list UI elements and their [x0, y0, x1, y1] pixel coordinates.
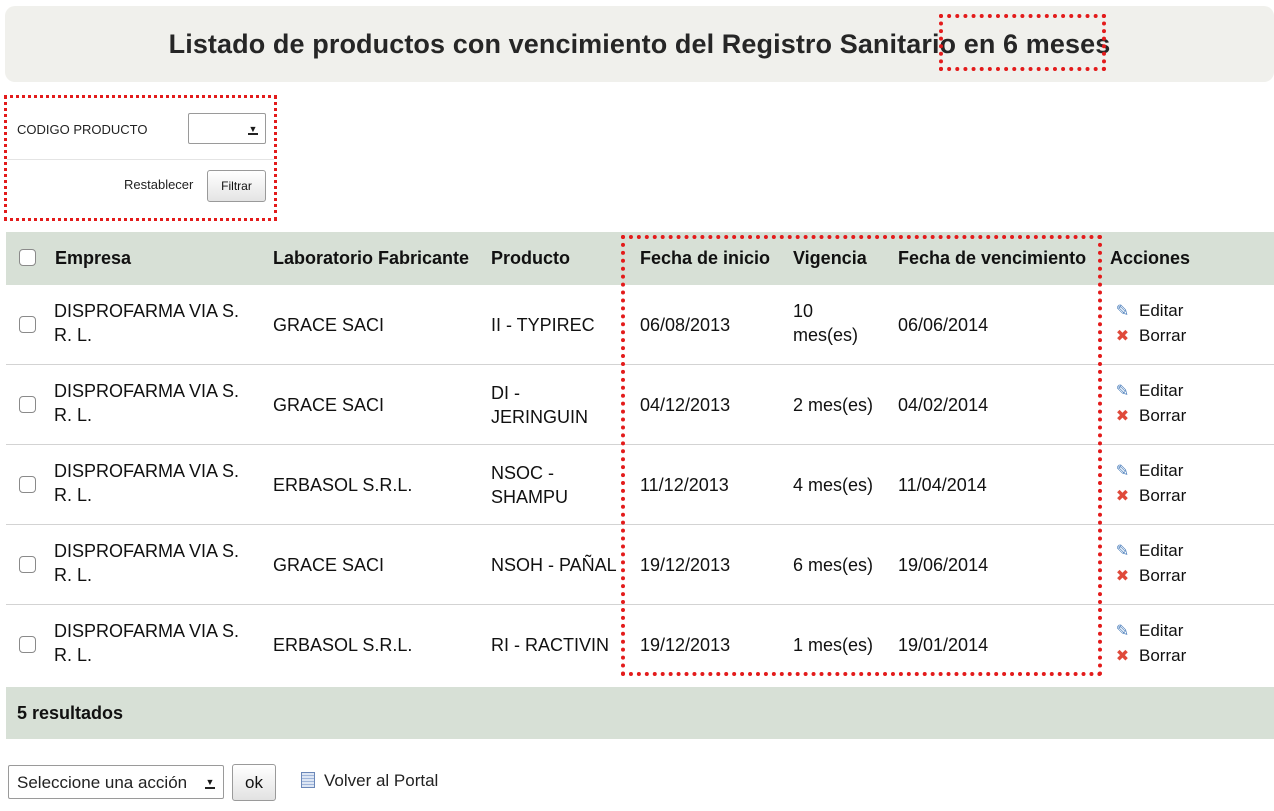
document-icon	[301, 772, 315, 788]
filter-row: CODIGO PRODUCTO ▼	[7, 98, 274, 160]
cell-laboratorio: ERBASOL S.R.L.	[273, 475, 413, 495]
borrar-link[interactable]: ✖ Borrar	[1114, 486, 1186, 506]
cell-laboratorio: ERBASOL S.R.L.	[273, 635, 413, 655]
row-checkbox[interactable]	[19, 316, 36, 333]
chevron-down-icon: ▼	[205, 777, 215, 789]
codigo-producto-label: CODIGO PRODUCTO	[17, 122, 148, 137]
editar-link[interactable]: ✎ Editar	[1114, 541, 1184, 561]
borrar-link[interactable]: ✖ Borrar	[1114, 646, 1186, 666]
cell-producto: NSOC - SHAMPU	[491, 463, 569, 507]
cell-producto: NSOH - PAÑAL	[491, 555, 617, 575]
results-count: 5 resultados	[17, 703, 124, 723]
cell-producto: II - TYPIREC	[491, 315, 595, 335]
select-all-checkbox[interactable]	[19, 249, 36, 266]
pencil-icon: ✎	[1115, 383, 1130, 400]
editar-link[interactable]: ✎ Editar	[1114, 301, 1184, 321]
chevron-down-icon: ▼	[248, 124, 258, 135]
codigo-producto-select[interactable]: ▼	[188, 113, 266, 144]
header-laboratorio[interactable]: Laboratorio Fabricante	[273, 248, 469, 269]
pencil-icon: ✎	[1115, 623, 1130, 640]
delete-icon: ✖	[1115, 648, 1130, 665]
cell-producto: DI - JERINGUIN	[491, 383, 589, 427]
cell-empresa: DISPROFARMA VIA S. R. L.	[54, 541, 240, 585]
delete-icon: ✖	[1115, 408, 1130, 425]
borrar-link[interactable]: ✖ Borrar	[1114, 406, 1186, 426]
pencil-icon: ✎	[1115, 303, 1130, 320]
editar-link[interactable]: ✎ Editar	[1114, 621, 1184, 641]
volver-portal-link[interactable]: Volver al Portal	[324, 771, 438, 791]
cell-laboratorio: GRACE SACI	[273, 315, 385, 335]
cell-empresa: DISPROFARMA VIA S. R. L.	[54, 381, 240, 425]
bulk-action-select[interactable]: Seleccione una acción ▼	[8, 765, 224, 799]
cell-empresa: DISPROFARMA VIA S. R. L.	[54, 461, 240, 505]
borrar-link[interactable]: ✖ Borrar	[1114, 566, 1186, 586]
date-columns-highlight-annotation	[621, 235, 1102, 676]
restablecer-link[interactable]: Restablecer	[124, 177, 193, 192]
ok-button[interactable]: ok	[232, 764, 276, 801]
header-empresa[interactable]: Empresa	[55, 248, 131, 269]
row-checkbox[interactable]	[19, 396, 36, 413]
delete-icon: ✖	[1115, 328, 1130, 345]
cell-empresa: DISPROFARMA VIA S. R. L.	[54, 621, 240, 665]
header-producto[interactable]: Producto	[491, 248, 570, 269]
row-checkbox[interactable]	[19, 556, 36, 573]
cell-producto: RI - RACTIVIN	[491, 635, 610, 655]
table-footer: 5 resultados	[6, 687, 1274, 739]
header-acciones: Acciones	[1110, 248, 1191, 268]
filtrar-button[interactable]: Filtrar	[207, 170, 266, 202]
delete-icon: ✖	[1115, 488, 1130, 505]
editar-link[interactable]: ✎ Editar	[1114, 381, 1184, 401]
pencil-icon: ✎	[1115, 543, 1130, 560]
title-highlight-annotation	[939, 14, 1106, 71]
cell-laboratorio: GRACE SACI	[273, 555, 385, 575]
filter-panel: CODIGO PRODUCTO ▼ Restablecer Filtrar	[4, 95, 277, 221]
delete-icon: ✖	[1115, 568, 1130, 585]
cell-laboratorio: GRACE SACI	[273, 395, 385, 415]
cell-empresa: DISPROFARMA VIA S. R. L.	[54, 301, 240, 345]
editar-link[interactable]: ✎ Editar	[1114, 461, 1184, 481]
pencil-icon: ✎	[1115, 463, 1130, 480]
borrar-link[interactable]: ✖ Borrar	[1114, 326, 1186, 346]
row-checkbox[interactable]	[19, 476, 36, 493]
row-checkbox[interactable]	[19, 636, 36, 653]
